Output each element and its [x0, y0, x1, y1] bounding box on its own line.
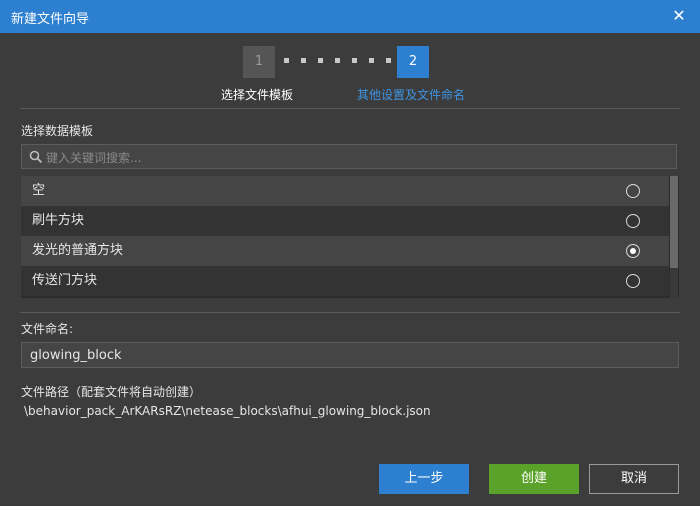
path-label: 文件路径（配套文件将自动创建）	[21, 385, 202, 399]
template-option-label: 空	[32, 183, 46, 198]
file-path-value: \behavior_pack_ArKARsRZ\netease_blocks\a…	[24, 404, 431, 418]
step-1-label: 选择文件模板	[221, 88, 294, 102]
radio-button[interactable]	[626, 274, 640, 288]
search-input[interactable]	[44, 145, 668, 170]
search-box[interactable]	[21, 144, 677, 170]
template-section-label: 选择数据模板	[21, 124, 94, 138]
radio-button[interactable]	[626, 184, 640, 198]
title-bar: 新建文件向导 ✕	[0, 0, 700, 33]
divider	[20, 312, 680, 313]
template-option-label: 刷牛方块	[32, 213, 85, 228]
filename-input[interactable]	[21, 342, 679, 368]
step-connector-dots	[284, 58, 392, 66]
radio-dot	[630, 248, 636, 254]
list-scrollbar[interactable]	[670, 176, 678, 298]
radio-button-selected[interactable]	[626, 244, 640, 258]
radio-button[interactable]	[626, 214, 640, 228]
create-button[interactable]: 创建	[489, 464, 579, 494]
step-2-indicator: 2	[397, 46, 429, 78]
filename-label: 文件命名:	[21, 322, 74, 336]
template-option-portal-block[interactable]: 传送门方块	[21, 266, 669, 296]
template-list: 空 刷牛方块 发光的普通方块 传送门方块	[21, 176, 679, 298]
divider	[20, 108, 680, 109]
step-1-indicator: 1	[243, 46, 275, 78]
close-icon[interactable]: ✕	[670, 7, 688, 25]
scrollbar-thumb[interactable]	[670, 176, 678, 268]
template-option-empty[interactable]: 空	[21, 176, 669, 206]
template-option-brush-block[interactable]: 刷牛方块	[21, 206, 669, 236]
search-icon	[29, 150, 43, 164]
window-title: 新建文件向导	[11, 12, 90, 27]
template-option-label: 发光的普通方块	[32, 243, 124, 258]
template-option-glowing-block[interactable]: 发光的普通方块	[21, 236, 669, 266]
cancel-button[interactable]: 取消	[589, 464, 679, 494]
template-option-label: 传送门方块	[32, 273, 98, 288]
previous-step-button[interactable]: 上一步	[379, 464, 469, 494]
step-2-label: 其他设置及文件命名	[357, 88, 466, 102]
